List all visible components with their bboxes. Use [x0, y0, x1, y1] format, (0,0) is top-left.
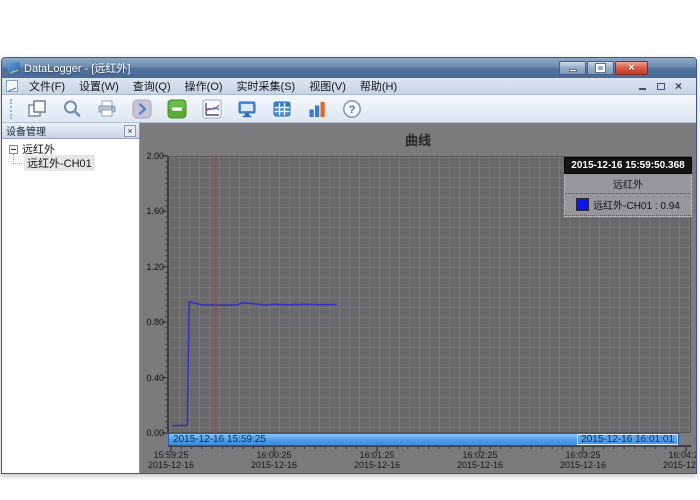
toolbar: ? [2, 95, 696, 123]
minimize-button[interactable] [559, 61, 586, 75]
child-minimize-button[interactable] [637, 81, 648, 92]
close-button[interactable]: × [615, 61, 648, 75]
x-axis-tick-label: 16:03:25 2015-12-16 [559, 450, 607, 470]
window-controls: × [559, 61, 692, 75]
monitor-icon [238, 101, 256, 117]
maximize-icon [595, 63, 606, 73]
restore-icon [656, 82, 665, 90]
stop-icon [167, 99, 187, 118]
menu-item[interactable]: 帮助(H) [353, 77, 404, 95]
minimize-icon [568, 68, 577, 72]
menu-item[interactable]: 操作(O) [178, 77, 230, 95]
x-axis-tick-label: 16:00:25 2015-12-16 [250, 450, 298, 470]
window-title: DataLogger - [远红外] [24, 63, 131, 75]
time-range-scrollbar[interactable]: 2015-12-16 15:59:25 2015-12-16 16:01:01 [168, 433, 679, 446]
x-axis-tick-label: 15:59:25 2015-12-16 [147, 450, 195, 470]
menu-item[interactable]: 实时采集(S) [230, 77, 303, 95]
y-axis-tick-label: 2.00 [146, 151, 164, 161]
tooltip-series-row: 远红外-CH01 : 0.94 [565, 194, 691, 216]
menu-item[interactable]: 文件(F) [22, 77, 72, 95]
zoom-icon [64, 100, 81, 117]
content: 设备管理 × 远红外 远红外-CH01 曲线 0.00 0.40 0.80 1.20 1.… [2, 123, 696, 473]
tree-expander-icon[interactable] [9, 144, 18, 154]
app-window: DataLogger - [远红外] × 文件(F) 设置(W) 查询(Q) 操作(O… [1, 57, 697, 474]
tooltip-group-label: 远红外 [565, 174, 691, 194]
tree-panel-header: 设备管理 × [2, 123, 139, 139]
print-button[interactable] [94, 97, 120, 121]
chart-title: 曲线 [404, 133, 431, 148]
value-tooltip: 2015-12-16 15:59:50.368 远红外 远红外-CH01 : 0… [564, 157, 692, 217]
y-axis-tick-label: 1.20 [146, 261, 164, 272]
tree-connector [13, 154, 22, 164]
curve-chart-icon [202, 99, 222, 118]
desktop: DataLogger - [远红外] × 文件(F) 设置(W) 查询(Q) 操作(O… [0, 0, 700, 500]
x-axis-tick-label: 16:01:25 2015-12-16 [353, 450, 401, 470]
close-icon: × [628, 61, 635, 74]
document-icon [6, 80, 18, 92]
stop-button[interactable] [164, 97, 190, 121]
chart-panel: 曲线 0.00 0.40 0.80 1.20 1.60 2.00 15:59:25 2015… [140, 123, 696, 473]
tooltip-series-label: 远红外-CH01 : 0.94 [593, 201, 680, 212]
menu-item[interactable]: 视图(V) [302, 77, 353, 95]
minimize-icon [639, 87, 646, 90]
data-table-icon [273, 101, 291, 116]
play-button[interactable] [129, 97, 155, 121]
bar-chart-button[interactable] [304, 97, 330, 121]
tree-item[interactable]: 远红外 [4, 142, 137, 156]
tree-item-label: 远红外-CH01 [24, 155, 95, 171]
y-axis-tick-label: 1.60 [146, 206, 164, 217]
y-axis-tick-label: 0.40 [146, 372, 164, 383]
toolbar-grip[interactable] [10, 98, 13, 119]
tree-panel-title: 设备管理 [6, 127, 46, 138]
child-close-button[interactable]: × [673, 80, 684, 92]
play-icon [132, 99, 152, 118]
tooltip-body: 远红外 远红外-CH01 : 0.94 [564, 174, 692, 217]
mdi-controls: × [637, 80, 696, 92]
series-color-swatch [576, 198, 590, 211]
help-icon: ? [343, 99, 361, 118]
child-restore-button[interactable] [655, 81, 666, 92]
y-axis-tick-label: 0.00 [146, 428, 164, 438]
menu-items: 文件(F) 设置(W) 查询(Q) 操作(O) 实时采集(S) 视图(V) 帮助(H) [22, 77, 404, 95]
menu-item[interactable]: 查询(Q) [126, 77, 178, 95]
x-axis-tick-label: 16:02:25 2015-12-16 [456, 450, 504, 470]
tooltip-timestamp: 2015-12-16 15:59:50.368 [564, 157, 692, 174]
range-end-label: 2015-12-16 16:01:01 [577, 434, 678, 445]
app-icon [8, 62, 20, 74]
zoom-button[interactable] [59, 97, 85, 121]
series-curve [171, 300, 337, 427]
svg-text:?: ? [349, 104, 356, 116]
curve-chart-button[interactable] [199, 97, 225, 121]
print-icon [98, 100, 116, 116]
tree-panel-close-button[interactable]: × [124, 124, 136, 137]
monitor-button[interactable] [234, 97, 260, 121]
toolbar-buttons: ? [24, 97, 365, 121]
device-tree-panel: 设备管理 × 远红外 远红外-CH01 [2, 123, 140, 473]
new-window-button[interactable] [24, 97, 50, 121]
titlebar[interactable]: DataLogger - [远红外] × [2, 58, 696, 78]
help-button[interactable]: ? [339, 97, 365, 121]
tree-item[interactable]: 远红外-CH01 [4, 154, 137, 171]
new-window-icon [28, 99, 46, 117]
range-start-label: 2015-12-16 15:59:25 [173, 434, 266, 445]
x-axis-tick-label: 16:04:252015-12-16 [662, 450, 696, 470]
data-table-button[interactable] [269, 97, 295, 121]
menu-item[interactable]: 设置(W) [72, 77, 126, 95]
bar-chart-icon [309, 101, 325, 117]
maximize-button[interactable] [587, 61, 614, 75]
y-axis-tick-label: 0.80 [146, 317, 164, 328]
device-tree: 远红外 远红外-CH01 [2, 139, 139, 173]
menubar: 文件(F) 设置(W) 查询(Q) 操作(O) 实时采集(S) 视图(V) 帮助(H) × [2, 78, 696, 95]
